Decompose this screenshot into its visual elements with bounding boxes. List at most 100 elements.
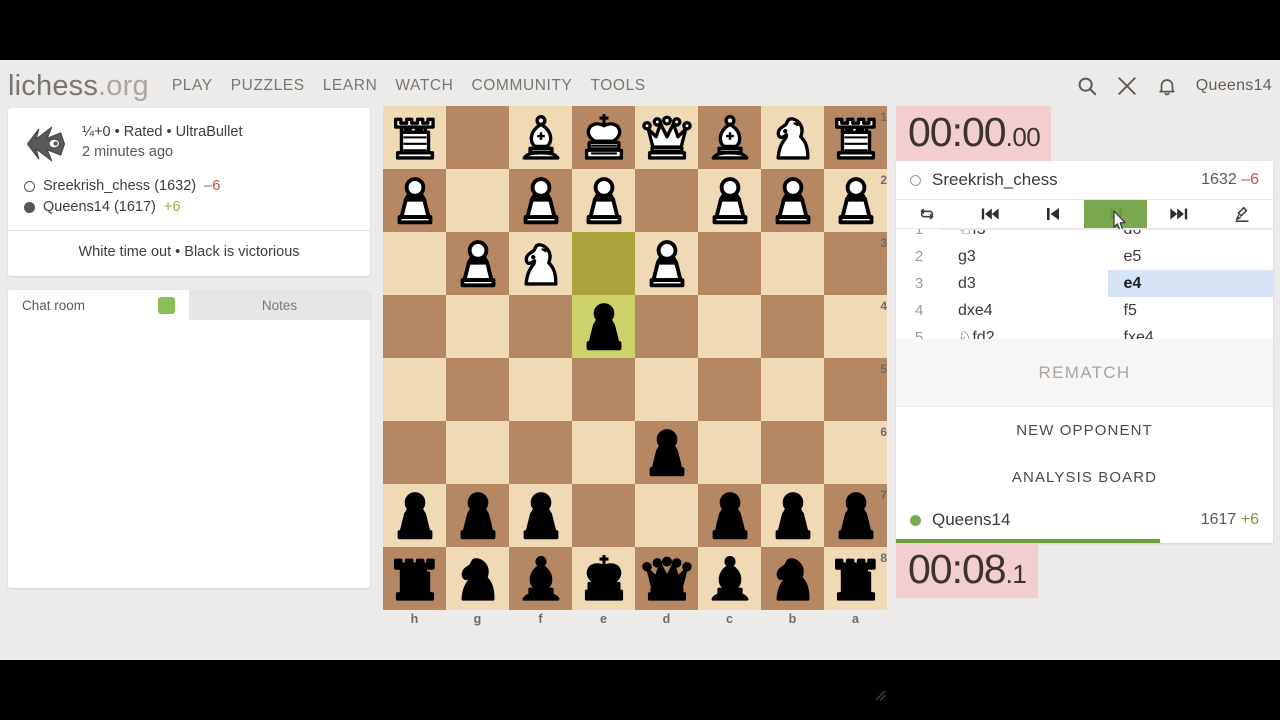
piece-bP-h7[interactable] xyxy=(383,484,446,547)
board-square-c5[interactable] xyxy=(698,358,761,421)
move-black[interactable]: e5 xyxy=(1108,243,1274,270)
board-resize-handle[interactable] xyxy=(874,689,887,702)
nav-tools[interactable]: TOOLS xyxy=(581,73,654,99)
first-move-button[interactable] xyxy=(959,200,1022,228)
piece-bP-f7[interactable] xyxy=(509,484,572,547)
piece-bP-c7[interactable] xyxy=(698,484,761,547)
board-square-e4[interactable] xyxy=(572,295,635,358)
move-white[interactable]: ♘fd2 xyxy=(942,324,1108,339)
flip-board-button[interactable] xyxy=(896,200,959,228)
board-square-e1[interactable] xyxy=(572,106,635,169)
board-square-d1[interactable] xyxy=(635,106,698,169)
board-square-f7[interactable] xyxy=(509,484,572,547)
next-move-button[interactable] xyxy=(1084,200,1148,232)
board-square-h2[interactable] xyxy=(383,169,446,232)
previous-move-button[interactable] xyxy=(1022,200,1085,228)
board-square-g8[interactable] xyxy=(446,547,509,610)
piece-wP-f2[interactable] xyxy=(509,169,572,232)
board-square-c4[interactable] xyxy=(698,295,761,358)
top-player-name[interactable]: Sreekrish_chess xyxy=(932,170,1058,190)
board-square-h6[interactable] xyxy=(383,421,446,484)
piece-bB-f8[interactable] xyxy=(509,547,572,610)
nav-puzzles[interactable]: PUZZLES xyxy=(222,73,314,99)
board-square-f6[interactable] xyxy=(509,421,572,484)
piece-wP-e2[interactable] xyxy=(572,169,635,232)
board-square-b1[interactable] xyxy=(761,106,824,169)
move-list[interactable]: 1 ♘f3 d6 2 g3 e5 3 d3 e4 4 dxe4 f5 5 ♘fd2 fxe4 xyxy=(896,229,1273,339)
board-square-e7[interactable] xyxy=(572,484,635,547)
piece-bK-e8[interactable] xyxy=(572,547,635,610)
board-square-c2[interactable] xyxy=(698,169,761,232)
swords-icon[interactable] xyxy=(1116,75,1138,97)
move-black[interactable]: fxe4 xyxy=(1108,324,1274,339)
piece-wP-b2[interactable] xyxy=(761,169,824,232)
move-white[interactable]: d3 xyxy=(942,270,1108,297)
nav-community[interactable]: COMMUNITY xyxy=(462,73,581,99)
tab-chat-room[interactable]: Chat room xyxy=(8,290,189,320)
board-square-f8[interactable] xyxy=(509,547,572,610)
board-square-g2[interactable] xyxy=(446,169,509,232)
bell-icon[interactable] xyxy=(1156,75,1178,97)
board-square-d3[interactable] xyxy=(635,232,698,295)
piece-wP-g3[interactable] xyxy=(446,232,509,295)
board-square-f1[interactable] xyxy=(509,106,572,169)
move-white[interactable]: ♘f3 xyxy=(942,229,1108,243)
last-move-button[interactable] xyxy=(1147,200,1210,228)
piece-wR-h1[interactable] xyxy=(383,106,446,169)
board-square-b8[interactable] xyxy=(761,547,824,610)
piece-wP-c2[interactable] xyxy=(698,169,761,232)
piece-bN-g8[interactable] xyxy=(446,547,509,610)
move-black[interactable]: f5 xyxy=(1108,297,1274,324)
bottom-player-name[interactable]: Queens14 xyxy=(932,510,1010,530)
board-square-g3[interactable] xyxy=(446,232,509,295)
board-square-e3[interactable] xyxy=(572,232,635,295)
board-square-e2[interactable] xyxy=(572,169,635,232)
board-square-e5[interactable] xyxy=(572,358,635,421)
board-square-g6[interactable] xyxy=(446,421,509,484)
board-square-g1[interactable] xyxy=(446,106,509,169)
piece-bB-c8[interactable] xyxy=(698,547,761,610)
game-timestamp[interactable]: 2 minutes ago xyxy=(82,142,242,162)
board-square-c1[interactable] xyxy=(698,106,761,169)
piece-bQ-d8[interactable] xyxy=(635,547,698,610)
chat-toggle-switch[interactable] xyxy=(158,296,175,314)
board-square-b5[interactable] xyxy=(761,358,824,421)
board-square-f4[interactable] xyxy=(509,295,572,358)
board-square-e6[interactable] xyxy=(572,421,635,484)
board-square-f2[interactable] xyxy=(509,169,572,232)
board-square-d7[interactable] xyxy=(635,484,698,547)
board-square-d4[interactable] xyxy=(635,295,698,358)
piece-bR-h8[interactable] xyxy=(383,547,446,610)
board-square-c7[interactable] xyxy=(698,484,761,547)
piece-bN-b8[interactable] xyxy=(761,547,824,610)
board-square-d5[interactable] xyxy=(635,358,698,421)
black-player-name[interactable]: Queens14 (1617) xyxy=(43,197,156,218)
board-square-b3[interactable] xyxy=(761,232,824,295)
piece-bP-b7[interactable] xyxy=(761,484,824,547)
board-square-e8[interactable] xyxy=(572,547,635,610)
board-square-c3[interactable] xyxy=(698,232,761,295)
board-square-h7[interactable] xyxy=(383,484,446,547)
nav-learn[interactable]: LEARN xyxy=(314,73,387,99)
rematch-button[interactable]: REMATCH xyxy=(896,339,1273,407)
nav-watch[interactable]: WATCH xyxy=(386,73,462,99)
piece-bP-e4[interactable] xyxy=(572,295,635,358)
piece-wQ-d1[interactable] xyxy=(635,106,698,169)
piece-wN-b1[interactable] xyxy=(761,106,824,169)
board-square-g5[interactable] xyxy=(446,358,509,421)
nav-play[interactable]: PLAY xyxy=(163,73,222,99)
move-white[interactable]: dxe4 xyxy=(942,297,1108,324)
board-square-b6[interactable] xyxy=(761,421,824,484)
current-username[interactable]: Queens14 xyxy=(1196,77,1272,95)
piece-bP-d6[interactable] xyxy=(635,421,698,484)
search-icon[interactable] xyxy=(1076,75,1098,97)
piece-wP-h2[interactable] xyxy=(383,169,446,232)
piece-wK-e1[interactable] xyxy=(572,106,635,169)
board-square-h3[interactable] xyxy=(383,232,446,295)
move-black[interactable]: d6 xyxy=(1108,229,1274,243)
board-square-h8[interactable] xyxy=(383,547,446,610)
board-square-b7[interactable] xyxy=(761,484,824,547)
new-opponent-button[interactable]: NEW OPPONENT xyxy=(896,407,1273,454)
board-square-d6[interactable] xyxy=(635,421,698,484)
board-square-d2[interactable] xyxy=(635,169,698,232)
